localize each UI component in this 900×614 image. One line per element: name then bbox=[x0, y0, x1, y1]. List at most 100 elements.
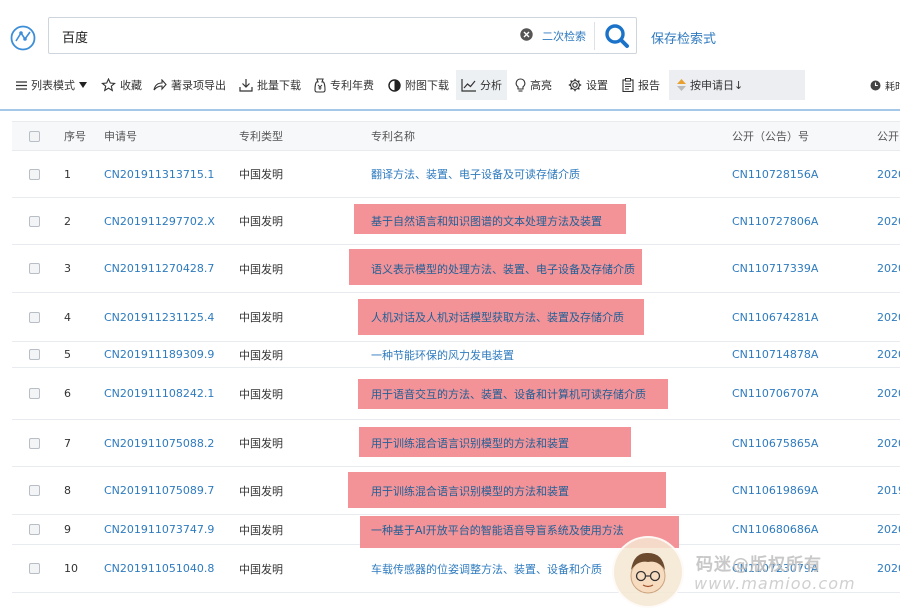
header-publication-date[interactable]: 公开 bbox=[877, 122, 900, 150]
patent-logo-icon[interactable] bbox=[9, 24, 37, 52]
publication-number-link[interactable]: CN110728156A bbox=[732, 151, 852, 197]
table-row[interactable]: 7 CN201911075088.2 中国发明 用于训练混合语言识别模型的方法和装置 C… bbox=[12, 420, 900, 467]
table-row[interactable]: 8 CN201911075089.7 中国发明 用于训练混合语言识别模型的方法和装置 C… bbox=[12, 467, 900, 515]
header-application-no[interactable]: 申请号 bbox=[104, 122, 229, 150]
application-number-link[interactable]: CN201911075088.2 bbox=[104, 420, 229, 466]
patent-type: 中国发明 bbox=[239, 215, 283, 228]
patent-name-link[interactable]: 语义表示模型的处理方法、装置、电子设备及存储介质 bbox=[371, 261, 635, 277]
patent-name-link[interactable]: 基于自然语言和知识图谱的文本处理方法及装置 bbox=[371, 213, 602, 229]
table-row[interactable]: 2 CN201911297702.X 中国发明 基于自然语言和知识图谱的文本处理方法及… bbox=[12, 198, 900, 245]
table-row[interactable]: 1 CN201911313715.1 中国发明 翻译方法、装置、电子设备及可读存储介质… bbox=[12, 151, 900, 198]
row-checkbox[interactable] bbox=[29, 368, 40, 419]
timer-indicator: 耗时 bbox=[870, 70, 900, 100]
header-patent-name[interactable]: 专利名称 bbox=[371, 122, 716, 150]
batch-download-button[interactable]: 批量下载 bbox=[239, 70, 301, 100]
patent-name-link[interactable]: 人机对话及人机对话模型获取方法、装置及存储介质 bbox=[371, 309, 624, 325]
highlight-button[interactable]: 高亮 bbox=[515, 70, 552, 100]
sort-dropdown[interactable]: 按申请日↓ bbox=[669, 70, 805, 100]
application-number-link[interactable]: CN201911075089.7 bbox=[104, 467, 229, 514]
row-checkbox[interactable] bbox=[29, 515, 40, 544]
list-mode-label: 列表模式 bbox=[31, 79, 75, 92]
patent-type: 中国发明 bbox=[239, 437, 283, 450]
patent-name-link[interactable]: 用于训练混合语言识别模型的方法和装置 bbox=[371, 435, 569, 451]
clear-icon[interactable] bbox=[520, 28, 533, 41]
row-checkbox[interactable] bbox=[29, 420, 40, 466]
avatar-face-icon bbox=[630, 552, 666, 594]
table-row[interactable]: 4 CN201911231125.4 中国发明 人机对话及人机对话模型获取方法、装置及… bbox=[12, 293, 900, 342]
patent-name-cell: 人机对话及人机对话模型获取方法、装置及存储介质 bbox=[371, 293, 716, 341]
publication-date: 2020 bbox=[877, 310, 900, 324]
watermark-url: www.mamioo.com bbox=[694, 574, 856, 593]
row-checkbox[interactable] bbox=[29, 545, 40, 592]
table-row[interactable]: 9 CN201911073747.9 中国发明 一种基于AI开放平台的智能语音导盲系统… bbox=[12, 515, 900, 548]
publication-number-link[interactable]: CN110675865A bbox=[732, 420, 852, 466]
analysis-label: 分析 bbox=[480, 79, 502, 92]
sort-icon bbox=[677, 79, 686, 91]
settings-button[interactable]: 设置 bbox=[568, 70, 608, 100]
watermark-avatar bbox=[612, 536, 684, 608]
row-checkbox[interactable] bbox=[29, 293, 40, 341]
search-icon[interactable] bbox=[597, 19, 637, 53]
application-number-link[interactable]: CN201911189309.9 bbox=[104, 342, 229, 367]
publication-number-link[interactable]: CN110706707A bbox=[732, 368, 852, 419]
drawing-download-button[interactable]: 附图下载 bbox=[388, 70, 449, 100]
publication-number-link[interactable]: CN110674281A bbox=[732, 293, 852, 341]
patent-name-cell: 翻译方法、装置、电子设备及可读存储介质 bbox=[371, 151, 716, 197]
toolbar-divider bbox=[0, 109, 900, 111]
patent-name-cell: 基于自然语言和知识图谱的文本处理方法及装置 bbox=[371, 198, 716, 244]
publication-number-link[interactable]: CN110680686A bbox=[732, 515, 852, 544]
search-bar: 二次检索 保存检索式 bbox=[0, 0, 900, 70]
highlight-label: 高亮 bbox=[530, 79, 552, 92]
application-number-link[interactable]: CN201911297702.X bbox=[104, 198, 229, 244]
clock-icon bbox=[870, 80, 881, 90]
application-number-link[interactable]: CN201911108242.1 bbox=[104, 368, 229, 419]
header-patent-type[interactable]: 专利类型 bbox=[239, 122, 329, 150]
patent-name-link[interactable]: 用于训练混合语言识别模型的方法和装置 bbox=[371, 483, 569, 499]
application-number-link[interactable]: CN201911231125.4 bbox=[104, 293, 229, 341]
publication-number-link[interactable]: CN110619869A bbox=[732, 467, 852, 514]
select-all-checkbox[interactable] bbox=[29, 122, 40, 150]
table-row[interactable]: 6 CN201911108242.1 中国发明 用于语音交互的方法、装置、设备和计算机… bbox=[12, 368, 900, 420]
application-number-link[interactable]: CN201911270428.7 bbox=[104, 245, 229, 292]
report-button[interactable]: 报告 bbox=[622, 70, 660, 100]
publication-number-link[interactable]: CN110717339A bbox=[732, 245, 852, 292]
search-input[interactable] bbox=[62, 27, 502, 45]
row-checkbox[interactable] bbox=[29, 198, 40, 244]
row-checkbox[interactable] bbox=[29, 467, 40, 514]
patent-type: 中国发明 bbox=[239, 484, 283, 498]
application-number-link[interactable]: CN201911051040.8 bbox=[104, 545, 229, 592]
publication-number-link[interactable]: CN110727806A bbox=[732, 198, 852, 244]
publication-number-link[interactable]: CN110714878A bbox=[732, 342, 852, 367]
report-label: 报告 bbox=[638, 79, 660, 92]
row-checkbox[interactable] bbox=[29, 342, 40, 367]
secondary-search-link[interactable]: 二次检索 bbox=[542, 28, 586, 44]
analysis-button[interactable]: 分析 bbox=[456, 70, 507, 100]
patent-name-link[interactable]: 车载传感器的位姿调整方法、装置、设备和介质 bbox=[371, 561, 602, 577]
patent-name-link[interactable]: 用于语音交互的方法、装置、设备和计算机可读存储介质 bbox=[371, 386, 646, 402]
patent-name-link[interactable]: 一种基于AI开放平台的智能语音导盲系统及使用方法 bbox=[371, 522, 624, 538]
table-row[interactable]: 5 CN201911189309.9 中国发明 一种节能环保的风力发电装置 CN1107… bbox=[12, 342, 900, 368]
row-checkbox[interactable] bbox=[29, 151, 40, 197]
export-bibliography-button[interactable]: 著录项导出 bbox=[153, 70, 226, 100]
publication-date: 2020 bbox=[877, 214, 900, 228]
application-number-link[interactable]: CN201911073747.9 bbox=[104, 515, 229, 544]
favorite-button[interactable]: 收藏 bbox=[101, 70, 142, 100]
application-number-link[interactable]: CN201911313715.1 bbox=[104, 151, 229, 197]
search-divider bbox=[594, 22, 595, 50]
export-icon bbox=[153, 79, 167, 91]
publication-date: 2020 bbox=[877, 436, 900, 450]
annual-fee-button[interactable]: 专利年费 bbox=[314, 70, 374, 100]
row-checkbox[interactable] bbox=[29, 245, 40, 292]
patent-name-link[interactable]: 翻译方法、装置、电子设备及可读存储介质 bbox=[371, 166, 580, 182]
publication-date: 2020 bbox=[877, 562, 900, 575]
table-row[interactable]: 3 CN201911270428.7 中国发明 语义表示模型的处理方法、装置、电子设备… bbox=[12, 245, 900, 293]
patent-name-link[interactable]: 一种节能环保的风力发电装置 bbox=[371, 347, 514, 363]
header-publication-no[interactable]: 公开（公告）号 bbox=[732, 122, 852, 150]
save-query-link[interactable]: 保存检索式 bbox=[651, 28, 716, 47]
patent-type: 中国发明 bbox=[239, 523, 283, 537]
list-icon bbox=[16, 80, 27, 90]
export-bibliography-label: 著录项导出 bbox=[171, 79, 226, 92]
row-number: 7 bbox=[64, 436, 71, 450]
patent-type: 中国发明 bbox=[239, 168, 283, 181]
list-mode-dropdown[interactable]: 列表模式 bbox=[16, 70, 87, 100]
